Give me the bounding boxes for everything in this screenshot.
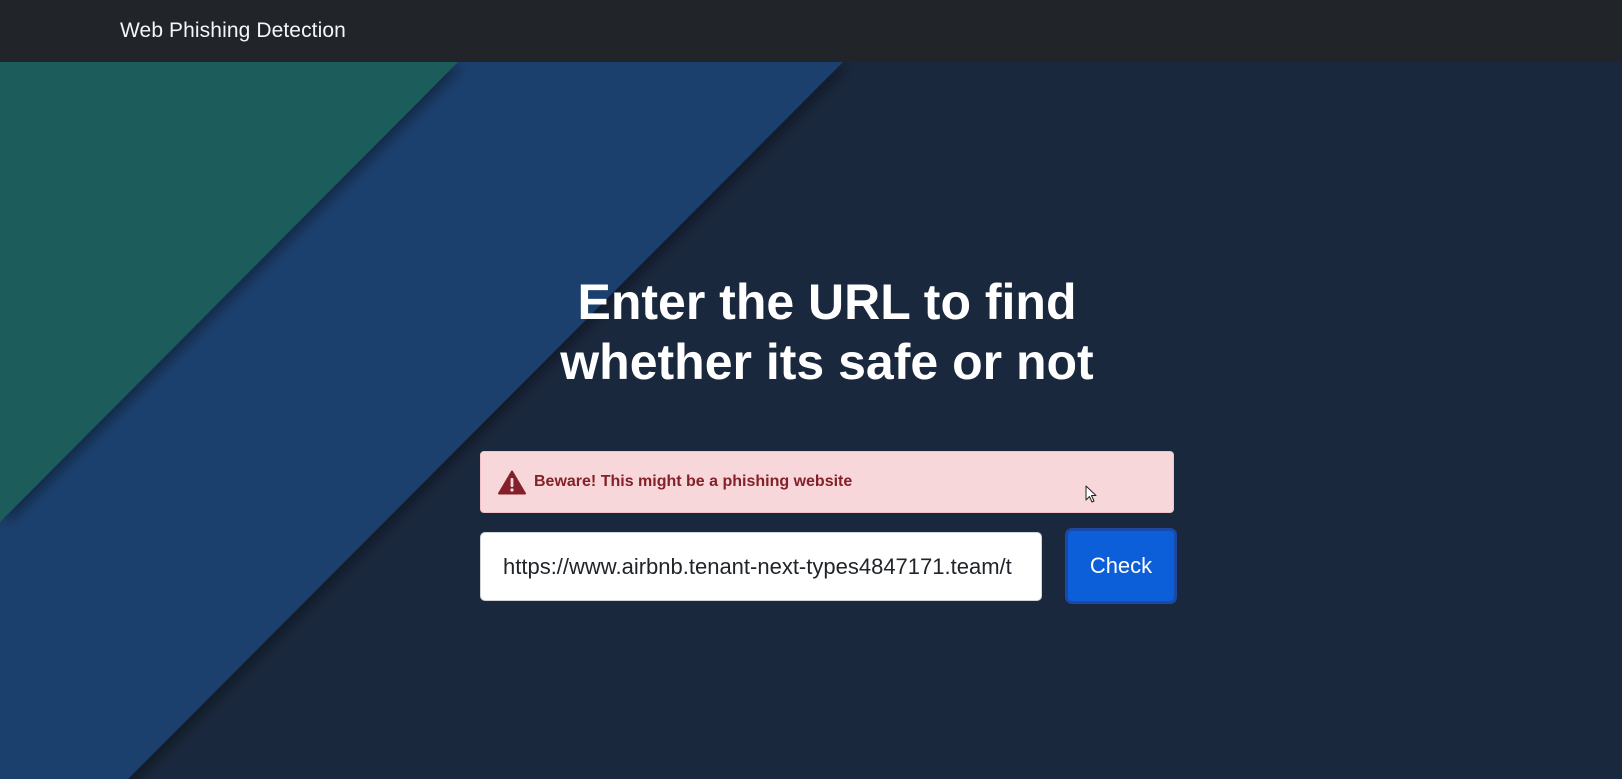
navbar: Web Phishing Detection — [0, 0, 1622, 62]
hero-section: Enter the URL to find whether its safe o… — [0, 62, 1622, 779]
page: Web Phishing Detection Enter the URL to … — [0, 0, 1622, 779]
alert-message: Beware! This might be a phishing website — [534, 473, 853, 490]
navbar-brand[interactable]: Web Phishing Detection — [120, 19, 346, 43]
headline-line-1: Enter the URL to find — [577, 274, 1077, 330]
url-input[interactable] — [480, 532, 1042, 601]
background-stripes — [0, 62, 1622, 779]
mouse-cursor-icon — [1085, 485, 1097, 503]
headline-line-2: whether its safe or not — [560, 334, 1094, 390]
page-headline: Enter the URL to find whether its safe o… — [0, 272, 1622, 392]
phishing-alert: Beware! This might be a phishing website — [480, 451, 1174, 513]
check-button[interactable]: Check — [1065, 528, 1177, 604]
exclamation-triangle-icon — [498, 470, 526, 495]
